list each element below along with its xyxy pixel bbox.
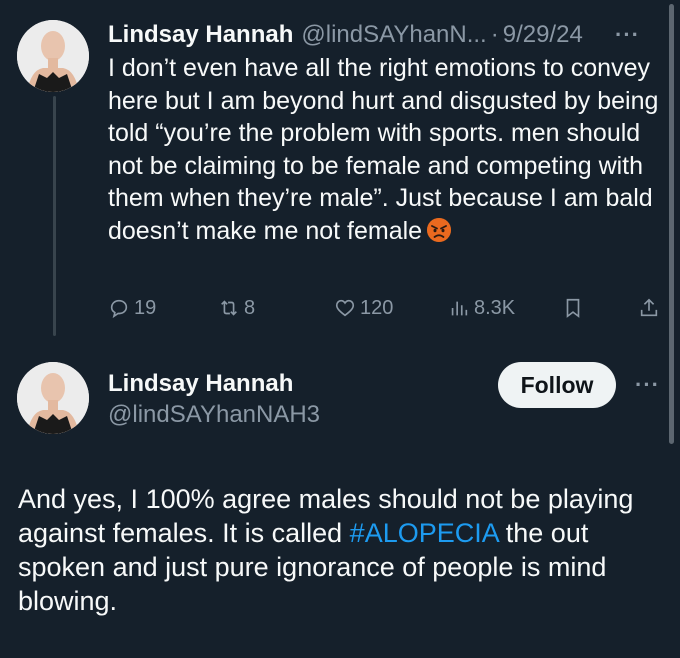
bookmark-button[interactable] — [562, 292, 584, 324]
share-icon — [640, 298, 658, 317]
tweet2-text: And yes, I 100% agree males should not b… — [18, 482, 668, 618]
avatar[interactable] — [17, 20, 89, 92]
like-button[interactable]: 120 — [334, 292, 393, 324]
avatar-image — [17, 362, 89, 434]
author-name[interactable]: Lindsay Hannah — [108, 370, 293, 398]
like-count: 120 — [360, 296, 394, 319]
views-icon — [451, 301, 468, 316]
reply-icon — [110, 299, 128, 319]
avatar-image — [17, 20, 89, 92]
hashtag-link[interactable]: #ALOPECIA — [350, 518, 499, 548]
tweet1-header: Lindsay Hannah @lindSAYhanN... · 9/29/24… — [108, 20, 660, 50]
author-handle[interactable]: @lindSAYhanN... — [301, 21, 486, 49]
reply-button[interactable]: 19 — [108, 292, 156, 324]
thread-line — [53, 96, 56, 336]
reply-count: 19 — [134, 296, 157, 319]
repost-button[interactable]: 8 — [218, 292, 255, 324]
avatar[interactable] — [17, 362, 89, 434]
tweet1-actions: 19 8 120 8.3K — [108, 292, 668, 324]
author-handle[interactable]: @lindSAYhanNAH3 — [108, 401, 320, 429]
views-count: 8.3K — [474, 296, 516, 319]
share-button[interactable] — [638, 292, 660, 324]
angry-face-icon — [426, 217, 452, 243]
more-options-icon[interactable]: ··· — [635, 372, 660, 398]
heart-icon — [335, 299, 355, 317]
more-options-icon[interactable]: ··· — [615, 22, 640, 48]
repost-icon — [221, 300, 237, 316]
tweet1-text: I don’t even have all the right emotions… — [108, 52, 668, 247]
separator-dot: · — [490, 21, 499, 48]
author-name[interactable]: Lindsay Hannah — [108, 21, 293, 49]
bookmark-icon — [566, 298, 580, 318]
follow-button[interactable]: Follow — [498, 362, 616, 408]
repost-count: 8 — [244, 296, 256, 319]
tweet-date[interactable]: 9/29/24 — [503, 21, 583, 49]
scrollbar[interactable] — [669, 4, 674, 444]
tweet1-body: I don’t even have all the right emotions… — [108, 54, 659, 245]
views-button[interactable]: 8.3K — [448, 292, 515, 324]
